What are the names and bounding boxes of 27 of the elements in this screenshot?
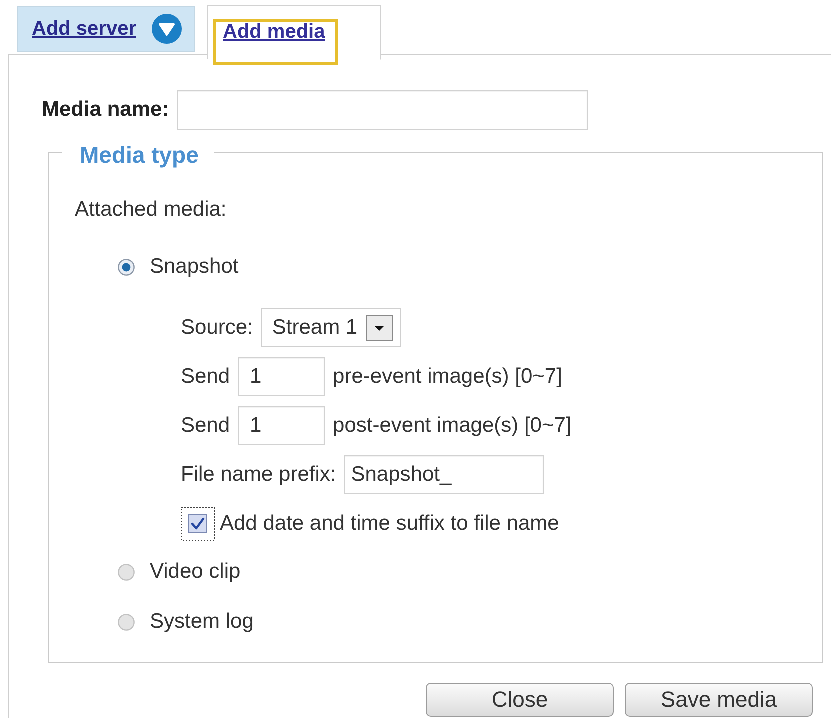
field-label: Media name: — [42, 98, 170, 122]
field-label: Send — [181, 364, 230, 388]
field-label: Send — [181, 414, 230, 438]
source-select[interactable]: Stream 1 — [261, 308, 402, 347]
radio-button[interactable] — [118, 614, 135, 630]
prefix-field[interactable]: Snapshot_ — [344, 455, 544, 494]
checkbox-label: Add date and time suffix to file name — [220, 512, 560, 536]
caret-down-icon — [152, 14, 182, 44]
tab[interactable]: Add server — [17, 6, 195, 52]
range-note: post-event image(s) [0~7] — [333, 414, 572, 438]
media-name-field[interactable] — [177, 90, 588, 130]
radio-button[interactable] — [118, 564, 135, 580]
option-label: System log — [150, 610, 254, 634]
prompt-text: Attached media: — [75, 198, 228, 222]
radio-button[interactable] — [118, 258, 135, 276]
option-label: Snapshot — [150, 255, 239, 279]
checkbox[interactable] — [181, 506, 215, 540]
caret-down-icon — [366, 314, 394, 340]
image-count-field[interactable]: 1 — [238, 406, 326, 445]
field-label: File name prefix: — [181, 462, 336, 486]
field-label: Source: — [181, 316, 254, 340]
image-count-field[interactable]: 1 — [238, 357, 326, 396]
option-label: Video clip — [150, 560, 241, 584]
action-button[interactable]: Save media — [625, 683, 813, 717]
section-title: Media type — [79, 141, 200, 168]
range-note: pre-event image(s) [0~7] — [333, 364, 562, 388]
action-button[interactable]: Close — [426, 683, 614, 717]
